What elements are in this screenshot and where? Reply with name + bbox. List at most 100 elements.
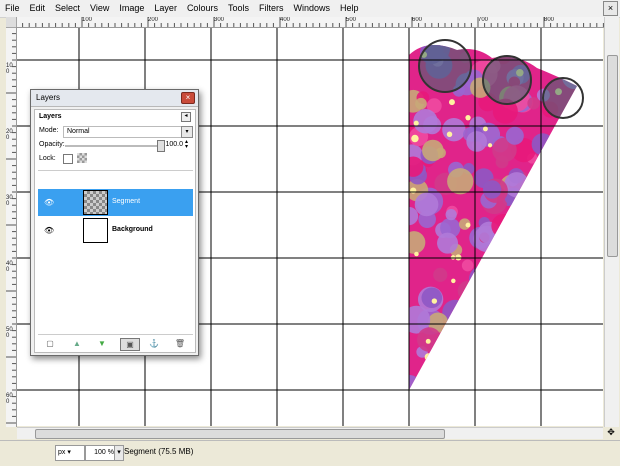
menu-layer[interactable]: Layer bbox=[149, 0, 182, 17]
flower-center bbox=[410, 187, 417, 194]
lock-pixels-checkbox[interactable] bbox=[63, 154, 73, 164]
flower-blob bbox=[517, 361, 531, 376]
raise-layer-icon[interactable]: ▲ bbox=[71, 338, 83, 349]
menu-edit[interactable]: Edit bbox=[25, 0, 51, 17]
horizontal-scrollbar[interactable] bbox=[17, 427, 603, 439]
layer-thumbnail bbox=[83, 218, 108, 243]
flower-blob bbox=[487, 322, 513, 348]
menu-image[interactable]: Image bbox=[114, 0, 149, 17]
delete-layer-icon[interactable]: 🗑 bbox=[174, 338, 186, 349]
flower-center bbox=[450, 255, 456, 260]
flower-blob bbox=[464, 338, 488, 362]
flower-blob bbox=[555, 238, 567, 250]
flower-blob bbox=[528, 364, 540, 375]
flower-center bbox=[485, 289, 491, 295]
flower-blob bbox=[484, 299, 506, 320]
ruler-label: 100 bbox=[6, 63, 13, 75]
flower-blob bbox=[504, 172, 530, 198]
mode-select[interactable]: Normal bbox=[63, 126, 188, 138]
flower-center bbox=[566, 206, 575, 215]
close-image-button[interactable]: × bbox=[603, 1, 618, 16]
layers-button-bar: ▢ ▲ ▼ ▣ ⚓ 🗑 bbox=[38, 334, 193, 351]
anchor-layer-icon[interactable]: ⚓ bbox=[148, 338, 160, 349]
flower-center bbox=[476, 340, 484, 347]
horizontal-ruler-ticks bbox=[16, 17, 604, 27]
flower-blob bbox=[445, 358, 467, 380]
menu-filters[interactable]: Filters bbox=[254, 0, 289, 17]
flower-blob bbox=[476, 338, 497, 360]
flower-center bbox=[516, 287, 525, 296]
horizontal-scroll-thumb[interactable] bbox=[35, 429, 445, 439]
new-layer-icon[interactable]: ▢ bbox=[44, 338, 56, 349]
ruler-label: 500 bbox=[6, 327, 13, 339]
menu-file[interactable]: File bbox=[0, 0, 25, 17]
spin-arrows-icon[interactable]: ▴ ▾ bbox=[185, 139, 188, 150]
flower-blob bbox=[433, 267, 448, 282]
menu-select[interactable]: Select bbox=[50, 0, 85, 17]
flower-blob bbox=[553, 249, 577, 274]
unit-select[interactable]: px ▾ bbox=[55, 445, 85, 461]
flower-blob bbox=[542, 210, 567, 235]
opacity-value[interactable]: 100.0 bbox=[163, 141, 183, 148]
flower-center bbox=[455, 254, 462, 261]
menu-windows[interactable]: Windows bbox=[288, 0, 335, 17]
flower-blob bbox=[526, 210, 541, 225]
layer-row-background[interactable]: 👁 Background bbox=[38, 217, 193, 244]
ruler-label: 300 bbox=[6, 195, 13, 207]
duplicate-layer-icon[interactable]: ▣ bbox=[120, 338, 140, 351]
lock-label: Lock: bbox=[39, 155, 56, 162]
flower-blob bbox=[539, 294, 563, 317]
opacity-slider[interactable] bbox=[65, 145, 161, 147]
flower-center bbox=[563, 196, 569, 202]
flower-blob bbox=[473, 368, 500, 390]
flower-blob bbox=[562, 45, 577, 57]
eye-icon[interactable]: 👁 bbox=[44, 198, 54, 207]
flower-blob bbox=[569, 45, 577, 56]
vertical-scrollbar[interactable] bbox=[604, 17, 619, 427]
flower-center bbox=[425, 338, 431, 344]
flower-blob bbox=[543, 368, 561, 386]
flower-blob bbox=[522, 227, 535, 239]
lower-layer-icon[interactable]: ▼ bbox=[96, 338, 108, 349]
menu-colours[interactable]: Colours bbox=[182, 0, 223, 17]
flower-blob bbox=[534, 280, 549, 294]
ruler-label: 600 bbox=[6, 393, 13, 405]
horizontal-ruler: 100 200 300 400 500 600 700 800 bbox=[16, 17, 604, 28]
close-icon[interactable]: × bbox=[181, 92, 195, 104]
flower-blob bbox=[415, 97, 427, 110]
tab-menu-icon[interactable]: ◂ bbox=[181, 112, 191, 122]
layer-row-segment[interactable]: 👁 Segment bbox=[38, 189, 193, 216]
flower-center bbox=[424, 353, 433, 361]
flower-blob bbox=[554, 333, 577, 357]
flower-center bbox=[562, 126, 570, 135]
flower-blob bbox=[538, 375, 562, 390]
flower-blob bbox=[453, 387, 465, 390]
flower-blob bbox=[548, 182, 565, 200]
flower-center bbox=[411, 134, 419, 143]
flower-blob bbox=[493, 294, 520, 321]
menu-help[interactable]: Help bbox=[335, 0, 364, 17]
vertical-scroll-thumb[interactable] bbox=[607, 55, 618, 257]
ruler-label: 500 bbox=[346, 17, 357, 23]
flower-blob bbox=[442, 368, 458, 383]
flower-blob bbox=[553, 174, 577, 200]
menu-tools[interactable]: Tools bbox=[223, 0, 254, 17]
flower-blob bbox=[564, 303, 577, 315]
ruler-label: 800 bbox=[544, 17, 555, 23]
flower-blob bbox=[468, 265, 497, 293]
zoom-input[interactable]: 100 % bbox=[85, 445, 117, 461]
chevron-down-icon[interactable]: ▾ bbox=[181, 126, 193, 138]
layers-dialog-titlebar[interactable]: Layers × bbox=[31, 90, 198, 107]
flower-blob bbox=[476, 337, 495, 356]
flower-blob bbox=[497, 237, 510, 250]
eye-icon[interactable]: 👁 bbox=[44, 226, 54, 235]
lock-alpha-icon[interactable] bbox=[77, 153, 87, 163]
flower-blob bbox=[428, 379, 447, 390]
flower-center bbox=[482, 355, 489, 363]
flower-blob bbox=[543, 296, 564, 318]
flower-center bbox=[490, 347, 499, 356]
zoom-dropdown-button[interactable]: ▾ bbox=[114, 445, 124, 461]
segment-layer-artwork bbox=[409, 39, 584, 390]
navigate-icon[interactable]: ✥ bbox=[604, 427, 618, 438]
menu-view[interactable]: View bbox=[85, 0, 114, 17]
